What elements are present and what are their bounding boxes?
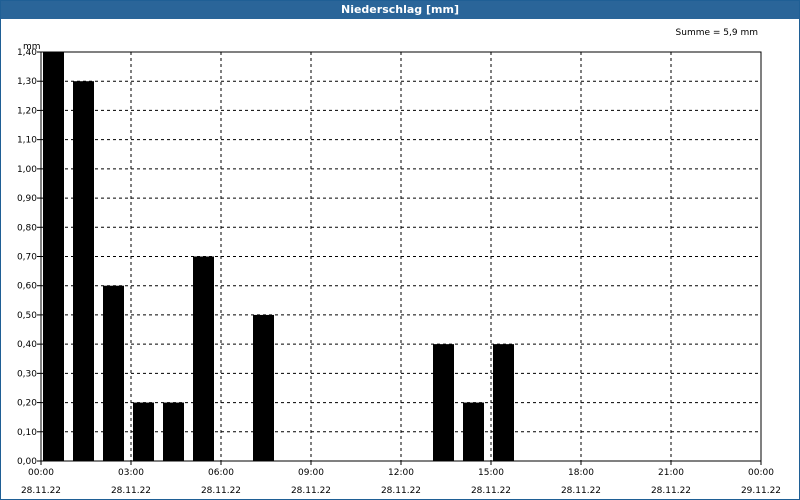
bar xyxy=(493,344,514,461)
bar xyxy=(73,81,94,461)
chart-window: Niederschlag [mm] 0,00 0,10 0,20 0,30 0,40 0,… xyxy=(0,0,800,500)
y-tick-label: 0,00 xyxy=(17,457,37,467)
x-tick-time-label: 18:00 xyxy=(568,468,594,478)
x-tick-date-label: 28.11.22 xyxy=(291,486,331,496)
x-tick-date-label: 28.11.22 xyxy=(381,486,421,496)
y-tick-label: 1,00 xyxy=(17,165,37,175)
x-tick-time-label: 00:00 xyxy=(748,468,774,478)
x-tick-time-label: 03:00 xyxy=(118,468,144,478)
y-tick-label: 0,10 xyxy=(17,428,37,438)
bar xyxy=(103,285,124,461)
x-tick-time-label: 06:00 xyxy=(208,468,234,478)
y-tick-label: 1,30 xyxy=(17,77,37,87)
x-tick-time-label: 21:00 xyxy=(658,468,684,478)
y-tick-label: 0,70 xyxy=(17,253,37,263)
window-title: Niederschlag [mm] xyxy=(1,1,799,19)
bar xyxy=(133,402,154,461)
sum-annotation: Summe = 5,9 mm xyxy=(676,28,758,38)
y-tick-label: 0,80 xyxy=(17,223,37,233)
x-tick-date-label: 28.11.22 xyxy=(471,486,511,496)
y-tick-label: 0,30 xyxy=(17,369,37,379)
y-tick-label: 0,50 xyxy=(17,311,37,321)
x-tick-date-label: 28.11.22 xyxy=(651,486,691,496)
y-tick-label: 1,10 xyxy=(17,136,37,146)
bar xyxy=(463,402,484,461)
bar xyxy=(253,314,274,461)
y-tick-label: 1,20 xyxy=(17,106,37,116)
y-tick-label: 0,90 xyxy=(17,194,37,204)
x-tick-date-label: 29.11.22 xyxy=(741,486,781,496)
x-tick-date-label: 28.11.22 xyxy=(21,486,61,496)
bar xyxy=(193,256,214,461)
x-tick-date-label: 28.11.22 xyxy=(111,486,151,496)
bar xyxy=(433,344,454,461)
x-tick-time-label: 15:00 xyxy=(478,468,504,478)
x-tick-time-label: 12:00 xyxy=(388,468,414,478)
x-tick-time-label: 00:00 xyxy=(28,468,54,478)
x-tick-date-label: 28.11.22 xyxy=(561,486,601,496)
y-tick-label: 0,60 xyxy=(17,282,37,292)
precipitation-chart: 0,00 0,10 0,20 0,30 0,40 0,50 0,60 0,70 0,80 0,90… xyxy=(17,28,781,496)
bar xyxy=(163,402,184,461)
y-tick-label: 0,40 xyxy=(17,340,37,350)
y-axis-unit-label: mm xyxy=(23,42,41,52)
bar xyxy=(43,52,64,461)
x-tick-date-label: 28.11.22 xyxy=(201,486,241,496)
x-tick-time-label: 09:00 xyxy=(298,468,324,478)
y-tick-label: 0,20 xyxy=(17,399,37,409)
